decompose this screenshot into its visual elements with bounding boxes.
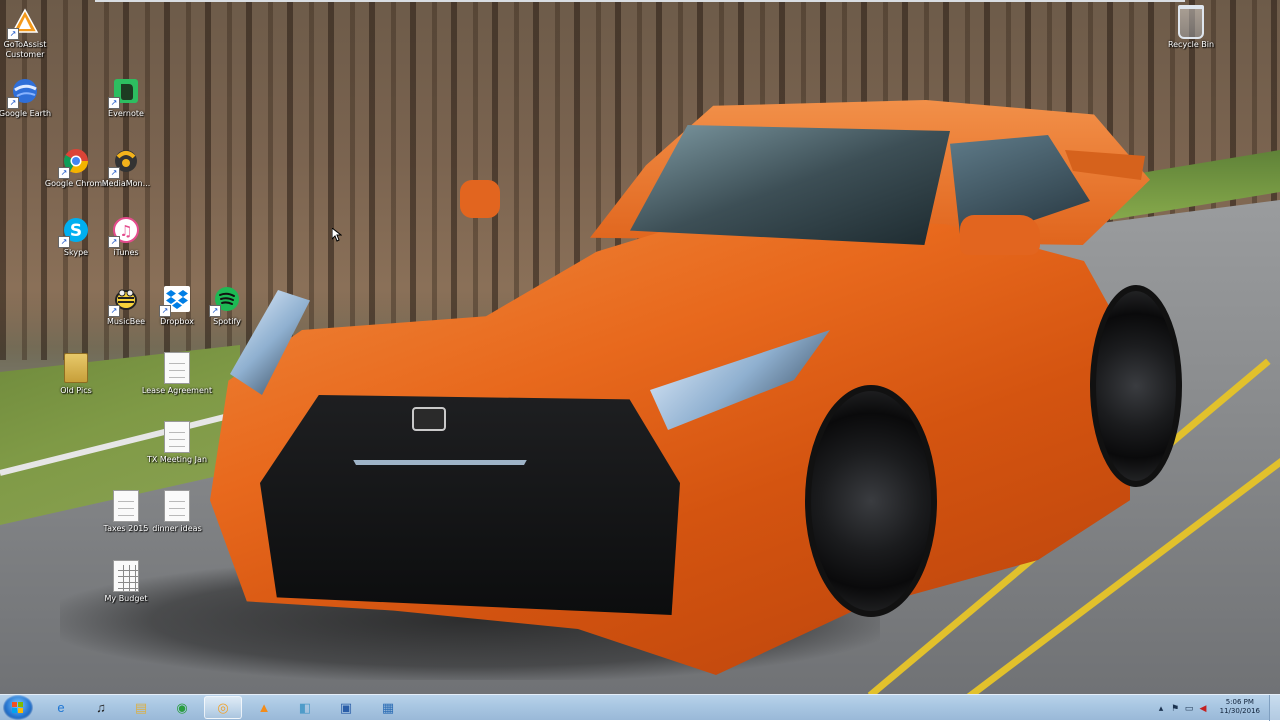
taskbar: e ♫ ▤ ◉ ◎ ▲ ◧ ▣ ▦ ▴ ⚑ ▭ ◀ 5:06 PM 11/30/2016 — [0, 694, 1280, 721]
itunes-icon: ♫ ↗ — [108, 214, 142, 248]
desktop-icon-label: Recycle Bin — [1167, 40, 1215, 49]
desktop-icon-label: TX Meeting Jan — [146, 455, 208, 464]
internet-explorer-icon: e — [57, 699, 65, 715]
taskbar-button-file-explorer[interactable]: ▤ — [122, 696, 160, 719]
gotoassist-icon: ↗ — [7, 6, 41, 40]
desktop-icon-recycle-bin[interactable]: Recycle Bin — [1153, 5, 1229, 50]
taskbar-clock[interactable]: 5:06 PM 11/30/2016 — [1220, 698, 1260, 716]
svg-text:S: S — [70, 221, 82, 241]
car-mirror — [960, 215, 1040, 255]
system-tool-icon: ▦ — [381, 699, 395, 715]
svg-text:♫: ♫ — [119, 222, 132, 240]
desktop-icon-label: iTunes — [113, 248, 139, 257]
action-center-flag-icon[interactable]: ⚑ — [1170, 703, 1180, 713]
recycle-bin-icon — [1175, 5, 1207, 39]
desktop-icon-tx-meeting[interactable]: TX Meeting Jan — [139, 421, 215, 465]
spreadsheet-icon — [110, 560, 142, 592]
desktop-icon-mediamonkey[interactable]: ↗ MediaMon... — [88, 145, 164, 189]
spotify-icon: ↗ — [209, 283, 243, 317]
volume-muted-icon[interactable]: ◀ — [1198, 703, 1208, 713]
desktop-icon-label: Google Earth — [0, 109, 52, 118]
remote-desktop-icon: ◧ — [298, 699, 312, 715]
desktop-icon-label: MediaMon... — [101, 179, 151, 188]
desktop-icon-label: Evernote — [108, 109, 144, 118]
car-badge — [412, 407, 446, 431]
file-explorer-icon: ▤ — [134, 699, 148, 715]
desktop-icon-label: My Budget — [104, 594, 148, 603]
clock-time: 5:06 PM — [1225, 698, 1254, 706]
network-tool-icon: ▣ — [339, 699, 353, 715]
musicbee-icon: ↗ — [108, 283, 142, 317]
gotomeeting-icon: ◎ — [217, 699, 229, 715]
car-wheel — [805, 385, 937, 617]
taskbar-button-remote-desktop[interactable]: ◧ — [286, 696, 324, 719]
desktop-icon-google-earth[interactable]: ↗ Google Earth — [0, 75, 63, 119]
desktop-icon-evernote[interactable]: ↗ Evernote — [88, 75, 164, 119]
chrome-icon: ◉ — [176, 699, 188, 715]
desktop-icon-label: GoToAssist Customer — [3, 40, 47, 59]
desktop-icon-label: Old Pics — [60, 386, 92, 395]
taskbar-button-network-tool[interactable]: ▣ — [327, 696, 365, 719]
show-hidden-icons-icon[interactable]: ▴ — [1156, 703, 1166, 713]
show-desktop-button[interactable] — [1269, 695, 1280, 721]
top-edge-line — [95, 0, 1185, 2]
document-icon — [110, 490, 142, 522]
mediamonkey-icon: ↗ — [108, 145, 142, 179]
desktop-icon-dinner-ideas[interactable]: dinner ideas — [139, 490, 215, 534]
desktop-icon-label: Lease Agreement — [141, 386, 213, 395]
taskbar-button-system-tool[interactable]: ▦ — [369, 696, 407, 719]
desktop-icon-label: Spotify — [213, 317, 241, 326]
car-mirror — [460, 180, 500, 218]
desktop-icon-label: dinner ideas — [152, 524, 202, 533]
car-windshield — [630, 125, 950, 245]
start-button[interactable] — [3, 695, 33, 720]
taskbar-button-internet-explorer[interactable]: e — [42, 696, 80, 719]
document-icon — [161, 490, 193, 522]
gotoassist-icon: ▲ — [257, 699, 271, 715]
desktop-icon-old-pics[interactable]: Old Pics — [38, 352, 114, 396]
document-icon — [161, 352, 193, 384]
desktop-icon-gotoassist[interactable]: ↗ GoToAssist Customer — [0, 6, 63, 60]
taskbar-button-gotomeeting[interactable]: ◎ — [204, 696, 242, 719]
desktop-icon-itunes[interactable]: ♫ ↗ iTunes — [88, 214, 164, 258]
desktop-icon-my-budget[interactable]: My Budget — [88, 560, 164, 604]
folder-icon — [60, 352, 92, 384]
taskbar-button-musicbee[interactable]: ♫ — [82, 696, 120, 719]
system-tray: ▴ ⚑ ▭ ◀ 5:06 PM 11/30/2016 — [1150, 695, 1280, 721]
desktop-icon-lease-agreement[interactable]: Lease Agreement — [139, 352, 215, 396]
document-icon — [161, 421, 193, 453]
windows-logo-icon — [12, 702, 24, 713]
google-earth-icon: ↗ — [7, 75, 41, 109]
taskbar-button-chrome[interactable]: ◉ — [163, 696, 201, 719]
desktop-icon-spotify[interactable]: ↗ Spotify — [189, 283, 265, 327]
wallpaper-car — [190, 95, 1182, 675]
car-wheel — [1090, 285, 1182, 487]
clock-date: 11/30/2016 — [1219, 707, 1260, 715]
musicbee-icon: ♫ — [96, 699, 106, 715]
desktop-wallpaper — [0, 0, 1280, 694]
evernote-icon: ↗ — [108, 75, 142, 109]
network-icon[interactable]: ▭ — [1184, 703, 1194, 713]
taskbar-button-gotoassist[interactable]: ▲ — [245, 696, 283, 719]
